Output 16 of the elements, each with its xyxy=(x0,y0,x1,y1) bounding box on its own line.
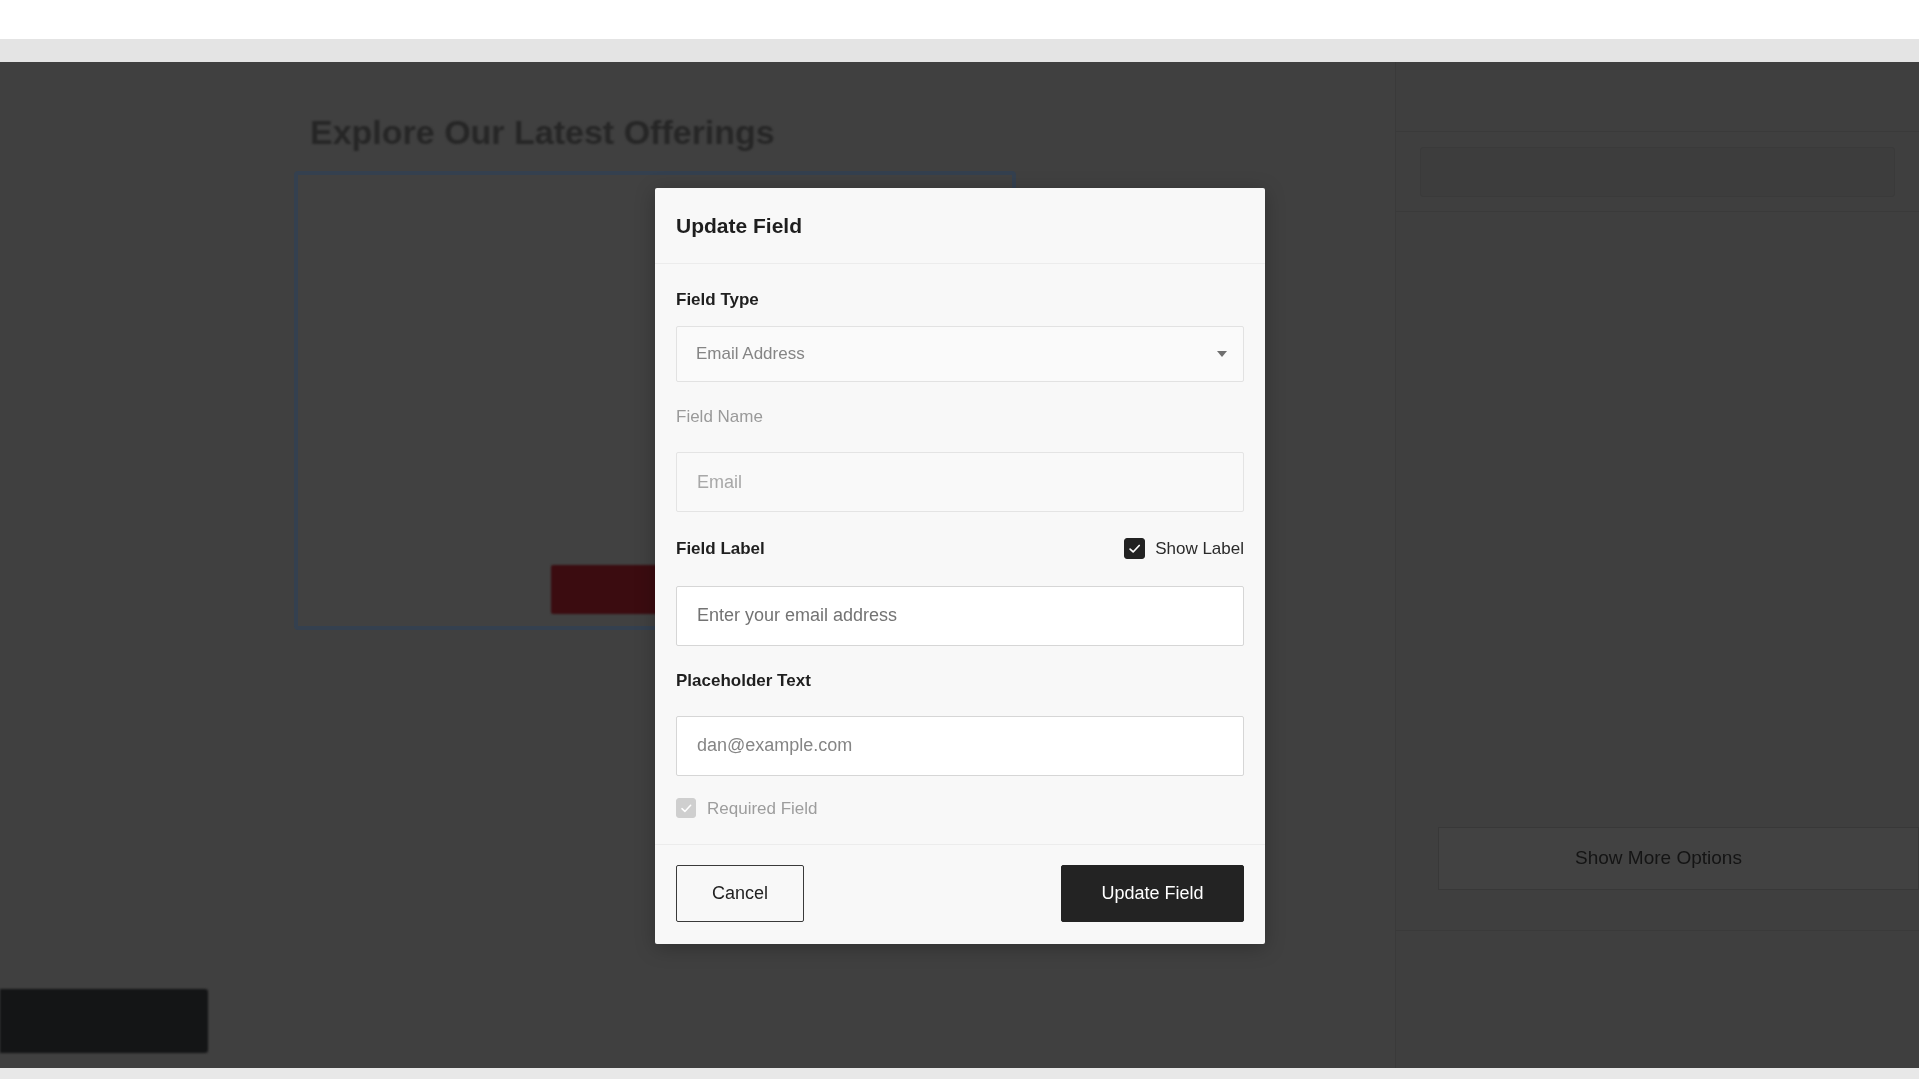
checkmark-icon xyxy=(1128,542,1142,556)
update-button[interactable]: Update Field xyxy=(1061,865,1244,922)
field-label: Field Name xyxy=(676,406,763,428)
field-label: Field Type xyxy=(676,289,759,311)
field-label: Field Label xyxy=(676,537,765,560)
caret-down-icon xyxy=(1217,351,1227,357)
checkbox-label: Required Field xyxy=(707,797,818,820)
text-field[interactable]: Enter your email address xyxy=(676,585,1244,646)
checkmark-icon xyxy=(679,801,693,815)
select-field[interactable]: Email Address xyxy=(676,326,1244,382)
checkbox[interactable] xyxy=(1124,538,1146,560)
field-label: Placeholder Text xyxy=(676,669,811,692)
cancel-button[interactable]: Cancel xyxy=(676,865,804,922)
text-field[interactable]: dan@example.com xyxy=(676,715,1244,776)
checkbox-label: Show Label xyxy=(1155,538,1244,560)
dialog-title: Update Field xyxy=(676,212,802,239)
